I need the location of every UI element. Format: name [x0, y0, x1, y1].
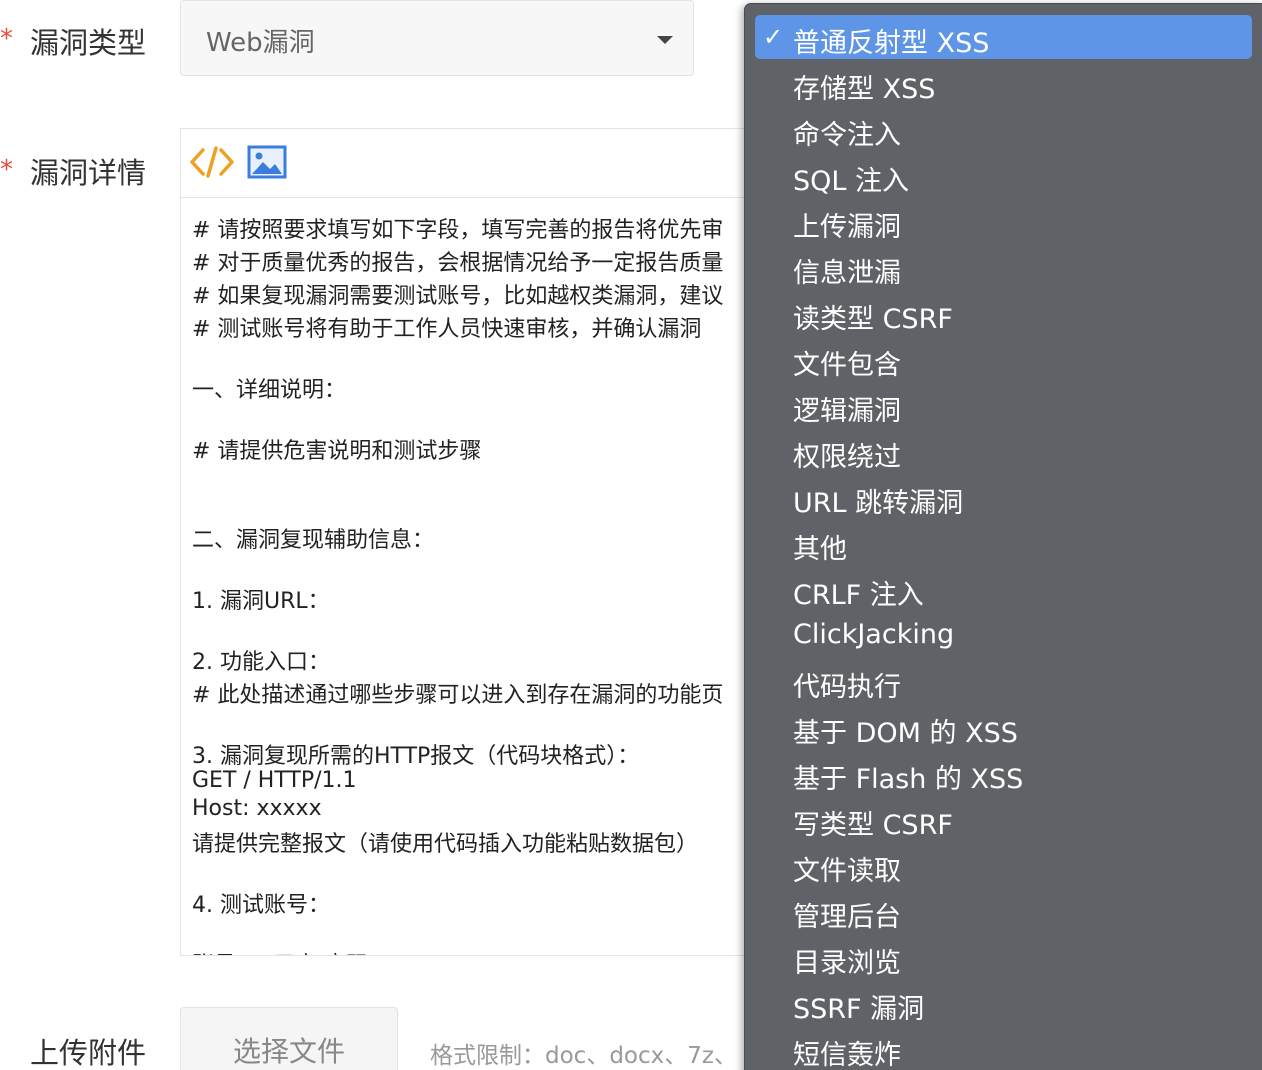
dropdown-option-label: 基于 DOM 的 XSS — [793, 718, 1018, 749]
dropdown-option[interactable]: 上传漏洞 — [755, 199, 1252, 243]
dropdown-option-label: 信息泄漏 — [793, 258, 901, 289]
editor-line: 1. 漏洞URL： — [192, 589, 330, 614]
editor-line: 4. 测试账号： — [192, 893, 330, 918]
dropdown-option-label: 代码执行 — [793, 672, 901, 703]
dropdown-option[interactable]: 基于 DOM 的 XSS — [755, 705, 1252, 749]
vuln-detail-editor[interactable]: # 请按照要求填写如下字段，填写完善的报告将优先审 # 对于质量优秀的报告，会根… — [180, 128, 780, 956]
format-hint: 格式限制：doc、docx、7z、 — [430, 1043, 737, 1069]
dropdown-option[interactable]: 目录浏览 — [755, 935, 1252, 979]
dropdown-option-label: 其他 — [793, 534, 847, 565]
dropdown-option-label: SSRF 漏洞 — [793, 994, 925, 1025]
editor-line: Host: xxxxx — [192, 796, 322, 821]
checkmark-icon: ✓ — [763, 23, 784, 51]
editor-line: # 对于质量优秀的报告，会根据情况给予一定报告质量 — [192, 251, 724, 276]
choose-file-button[interactable]: 选择文件 — [180, 1007, 398, 1070]
vuln-type-label: 漏洞类型 — [30, 26, 147, 60]
dropdown-option-label: 普通反射型 XSS — [793, 28, 990, 59]
dropdown-option[interactable]: 代码执行 — [755, 659, 1252, 703]
editor-content[interactable]: # 请按照要求填写如下字段，填写完善的报告将优先审 # 对于质量优秀的报告，会根… — [181, 197, 780, 955]
dropdown-option[interactable]: 读类型 CSRF — [755, 291, 1252, 335]
dropdown-option-label: 短信轰炸 — [793, 1040, 901, 1070]
dropdown-option[interactable]: 信息泄漏 — [755, 245, 1252, 289]
dropdown-option[interactable]: 文件包含 — [755, 337, 1252, 381]
dropdown-option-label: URL 跳转漏洞 — [793, 488, 964, 519]
dropdown-option[interactable]: ClickJacking — [755, 613, 1252, 657]
dropdown-option-label: 存储型 XSS — [793, 74, 936, 105]
code-icon[interactable] — [189, 145, 235, 179]
image-icon[interactable] — [247, 145, 287, 179]
required-star-icon: * — [0, 155, 13, 185]
dropdown-option-label: ClickJacking — [793, 619, 955, 650]
editor-line: # 此处描述通过哪些步骤可以进入到存在漏洞的功能页 — [192, 683, 724, 708]
editor-line: # 测试账号将有助于工作人员快速审核，并确认漏洞 — [192, 317, 702, 342]
editor-line: # 如果复现漏洞需要测试账号，比如越权类漏洞，建议 — [192, 284, 724, 309]
dropdown-option-label: 写类型 CSRF — [793, 810, 953, 841]
dropdown-option[interactable]: CRLF 注入 — [755, 567, 1252, 611]
editor-line: GET / HTTP/1.1 — [192, 768, 357, 793]
editor-line: 账号A：用户/密码 — [192, 947, 368, 955]
dropdown-option-label: 逻辑漏洞 — [793, 396, 901, 427]
dropdown-option[interactable]: ✓ 普通反射型 XSS — [755, 15, 1252, 59]
dropdown-option[interactable]: URL 跳转漏洞 — [755, 475, 1252, 519]
dropdown-option-label: 管理后台 — [793, 902, 901, 933]
dropdown-option-label: 命令注入 — [793, 120, 901, 151]
dropdown-option-label: 读类型 CSRF — [793, 304, 953, 335]
editor-line: 一、详细说明： — [192, 378, 347, 403]
dropdown-option[interactable]: SQL 注入 — [755, 153, 1252, 197]
dropdown-option[interactable]: 命令注入 — [755, 107, 1252, 151]
editor-line: # 请按照要求填写如下字段，填写完善的报告将优先审 — [192, 218, 724, 243]
dropdown-option[interactable]: 权限绕过 — [755, 429, 1252, 473]
vuln-type-select-value: Web漏洞 — [206, 28, 315, 58]
vuln-type-select[interactable]: Web漏洞 — [180, 0, 694, 76]
choose-file-button-label: 选择文件 — [232, 1035, 345, 1068]
vuln-subtype-dropdown[interactable]: ✓ 普通反射型 XSS 存储型 XSS 命令注入 SQL 注入 上传漏洞信息泄漏读类型 C… — [744, 3, 1262, 1070]
dropdown-option[interactable]: 基于 Flash 的 XSS — [755, 751, 1252, 795]
dropdown-option[interactable]: 管理后台 — [755, 889, 1252, 933]
editor-line: 二、漏洞复现辅助信息： — [192, 528, 435, 553]
required-star-icon: * — [0, 24, 13, 54]
dropdown-option[interactable]: SSRF 漏洞 — [755, 981, 1252, 1025]
upload-label: 上传附件 — [30, 1036, 147, 1070]
dropdown-option[interactable]: 存储型 XSS — [755, 61, 1252, 105]
dropdown-option[interactable]: 写类型 CSRF — [755, 797, 1252, 841]
editor-line: # 请提供危害说明和测试步骤 — [192, 439, 482, 464]
dropdown-option-label: SQL 注入 — [793, 166, 910, 197]
report-form-page: * 漏洞类型 Web漏洞 * 漏洞详情 # 请按照要求填写如下字段，填写完善的报… — [0, 0, 1262, 1070]
editor-line: 请提供完整报文（请使用代码插入功能粘贴数据包） — [192, 832, 699, 857]
editor-line: 3. 漏洞复现所需的HTTP报文（代码块格式）： — [192, 744, 640, 769]
dropdown-option[interactable]: 逻辑漏洞 — [755, 383, 1252, 427]
dropdown-option-label: 文件包含 — [793, 350, 901, 381]
dropdown-option-label: 权限绕过 — [793, 442, 901, 473]
dropdown-option-label: 目录浏览 — [793, 948, 901, 979]
caret-down-icon — [657, 36, 673, 44]
dropdown-option[interactable]: 文件读取 — [755, 843, 1252, 887]
dropdown-option[interactable]: 其他 — [755, 521, 1252, 565]
dropdown-option-label: 基于 Flash 的 XSS — [793, 764, 1024, 795]
editor-line: 2. 功能入口： — [192, 650, 330, 675]
dropdown-option-label: 文件读取 — [793, 856, 901, 887]
dropdown-option-label: 上传漏洞 — [793, 212, 901, 243]
vuln-detail-label: 漏洞详情 — [30, 156, 147, 190]
editor-toolbar — [181, 129, 780, 198]
dropdown-option-label: CRLF 注入 — [793, 580, 924, 611]
dropdown-option[interactable]: 短信轰炸 — [755, 1027, 1252, 1070]
